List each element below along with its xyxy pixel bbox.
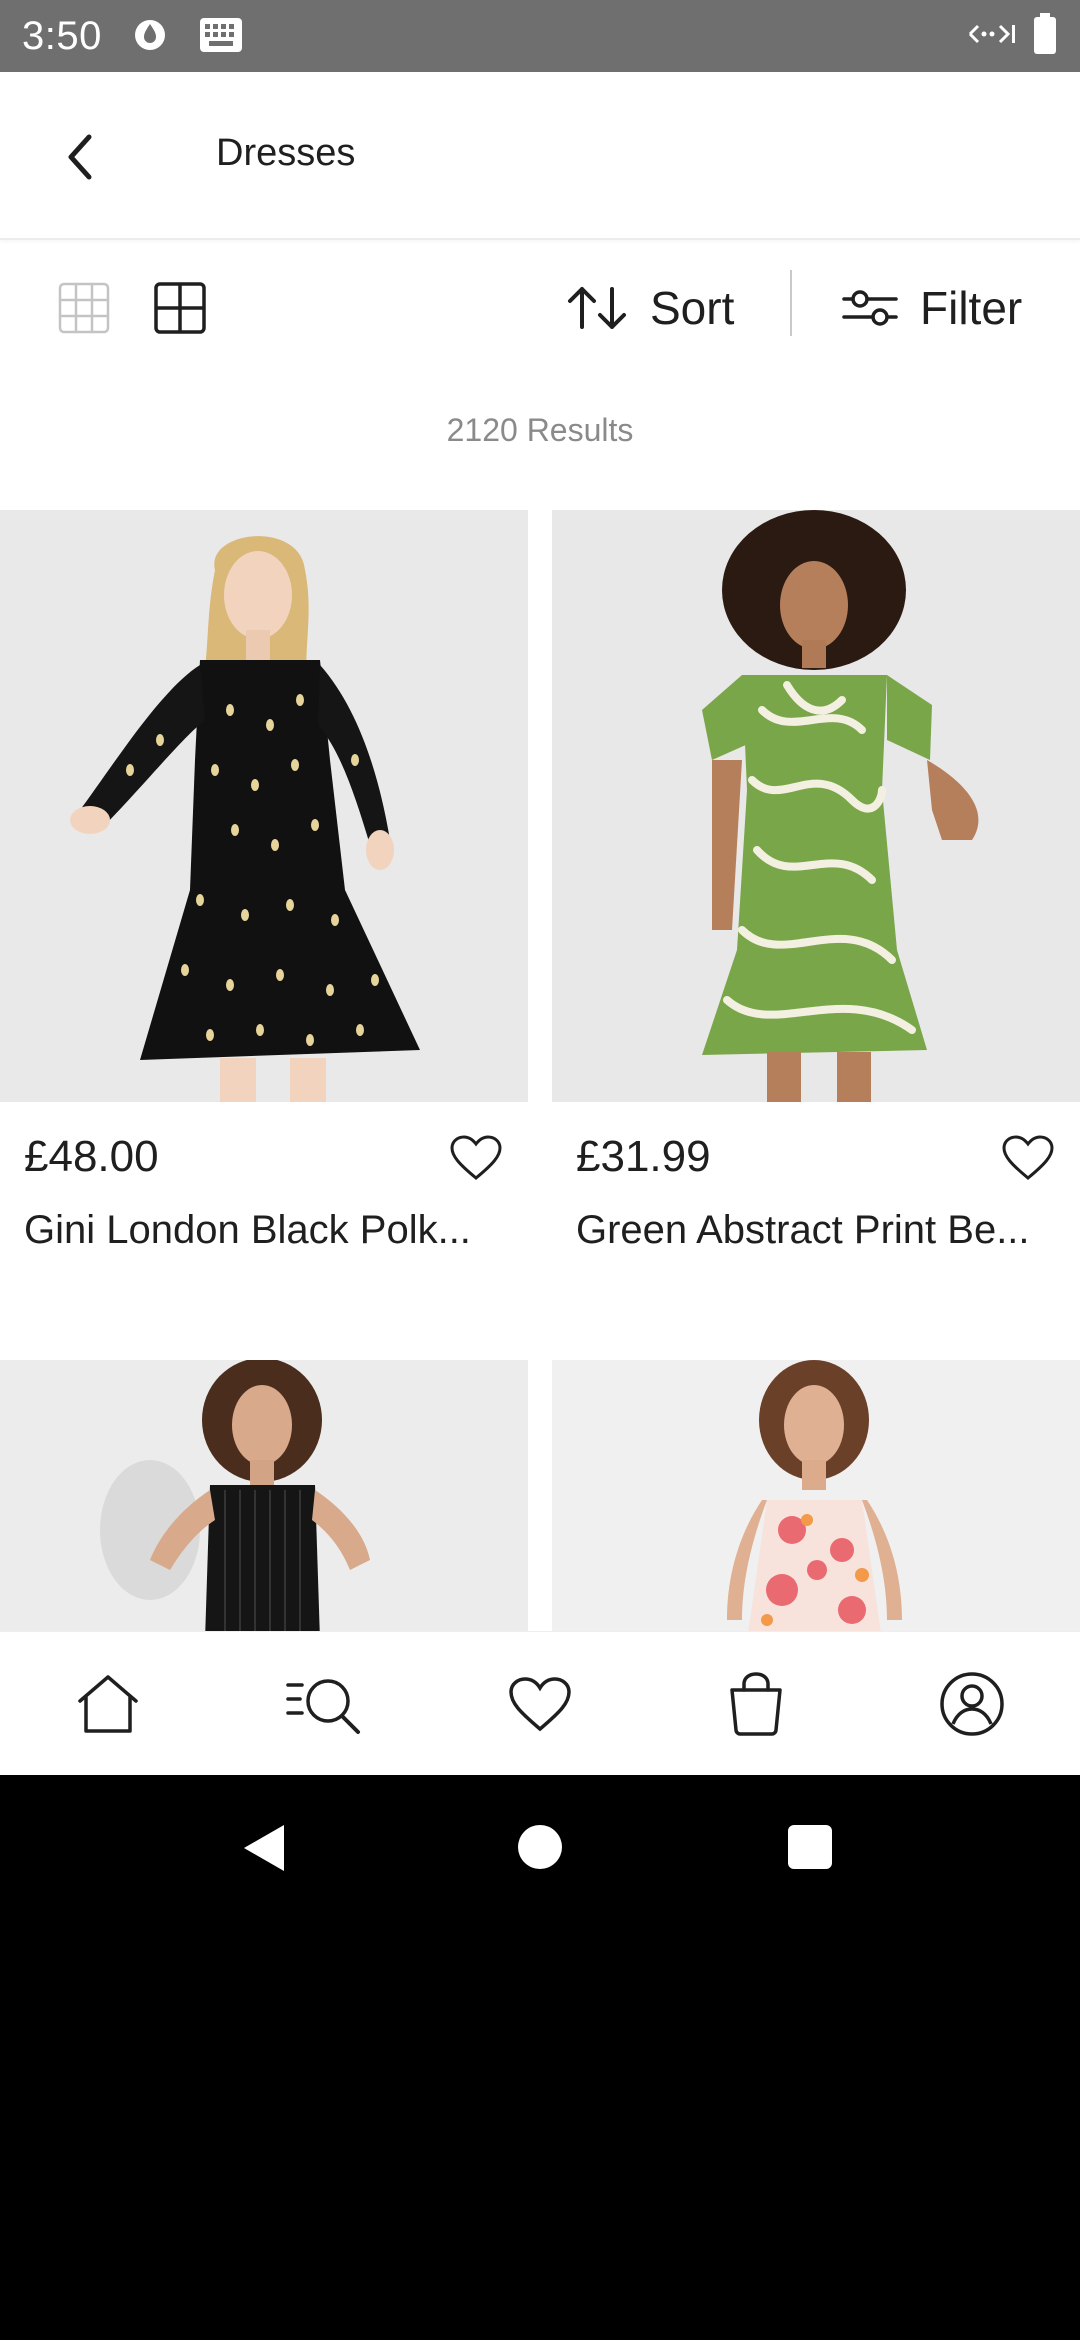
product-info: £48.00 Gini London Black Polk... [0, 1102, 528, 1302]
wishlist-button[interactable] [448, 1130, 504, 1186]
nav-search[interactable] [284, 1664, 364, 1744]
sort-button[interactable]: Sort [566, 276, 734, 340]
wishlist-button[interactable] [1000, 1130, 1056, 1186]
product-card[interactable]: £31.99 Green Abstract Print Be... [552, 510, 1080, 1302]
system-recents-icon[interactable] [788, 1825, 832, 1869]
product-card[interactable] [552, 1360, 1080, 1640]
bag-icon [730, 1671, 782, 1736]
sort-label: Sort [650, 282, 735, 334]
battery-icon [1032, 12, 1058, 60]
grid-2-view-button[interactable] [152, 280, 208, 336]
product-card[interactable]: £48.00 Gini London Black Polk... [0, 510, 528, 1302]
product-name: Gini London Black Polk... [24, 1208, 471, 1252]
product-image[interactable] [0, 510, 528, 1102]
heart-outline-icon [1002, 1135, 1054, 1180]
water-drop-icon [132, 14, 168, 59]
product-price: £31.99 [576, 1132, 711, 1181]
status-right [966, 12, 1058, 60]
app-header: Dresses [0, 72, 1080, 240]
product-image[interactable] [552, 1360, 1080, 1640]
heart-outline-icon [450, 1135, 502, 1180]
search-list-icon [286, 1678, 360, 1734]
grid-3x3-icon [58, 282, 110, 334]
status-left: 3:50 [22, 14, 244, 59]
system-back-icon[interactable] [240, 1823, 286, 1873]
page-title: Dresses [216, 132, 356, 174]
sliders-icon [842, 290, 898, 326]
product-name: Green Abstract Print Be... [576, 1208, 1030, 1252]
sort-arrows-icon [568, 287, 626, 329]
nav-wishlist[interactable] [500, 1664, 580, 1744]
app-content: Dresses Sort Filter 2120 Results £48.00 … [0, 72, 1080, 1775]
system-navigation-bar [0, 1775, 1080, 1920]
back-button[interactable] [56, 130, 104, 184]
nav-account[interactable] [932, 1664, 1012, 1744]
status-bar: 3:50 [0, 0, 1080, 72]
toolbar-divider [790, 270, 792, 336]
filter-button[interactable]: Filter [842, 276, 1022, 340]
toolbar: Sort Filter [0, 242, 1080, 372]
nav-bag[interactable] [716, 1664, 796, 1744]
account-icon [940, 1671, 1004, 1736]
status-time: 3:50 [22, 13, 102, 58]
keyboard-icon [198, 14, 244, 59]
chevron-left-icon [68, 134, 92, 180]
product-info: £31.99 Green Abstract Print Be... [552, 1102, 1080, 1302]
system-home-icon[interactable] [518, 1825, 562, 1869]
results-count: 2120 Results [446, 412, 634, 448]
home-icon [78, 1674, 138, 1733]
product-image[interactable] [0, 1360, 528, 1640]
bottom-navigation [0, 1631, 1080, 1775]
product-price: £48.00 [24, 1132, 159, 1181]
screen: 3:50 Dresses Sort Filter 2120 Results £4… [0, 0, 1080, 2340]
heart-icon [509, 1676, 571, 1731]
product-image[interactable] [552, 510, 1080, 1102]
product-card[interactable] [0, 1360, 528, 1640]
grid-3-view-button[interactable] [56, 280, 112, 336]
grid-2x2-icon [154, 282, 206, 334]
nav-home[interactable] [68, 1664, 148, 1744]
filter-label: Filter [920, 282, 1023, 334]
signal-icon [966, 19, 1016, 54]
